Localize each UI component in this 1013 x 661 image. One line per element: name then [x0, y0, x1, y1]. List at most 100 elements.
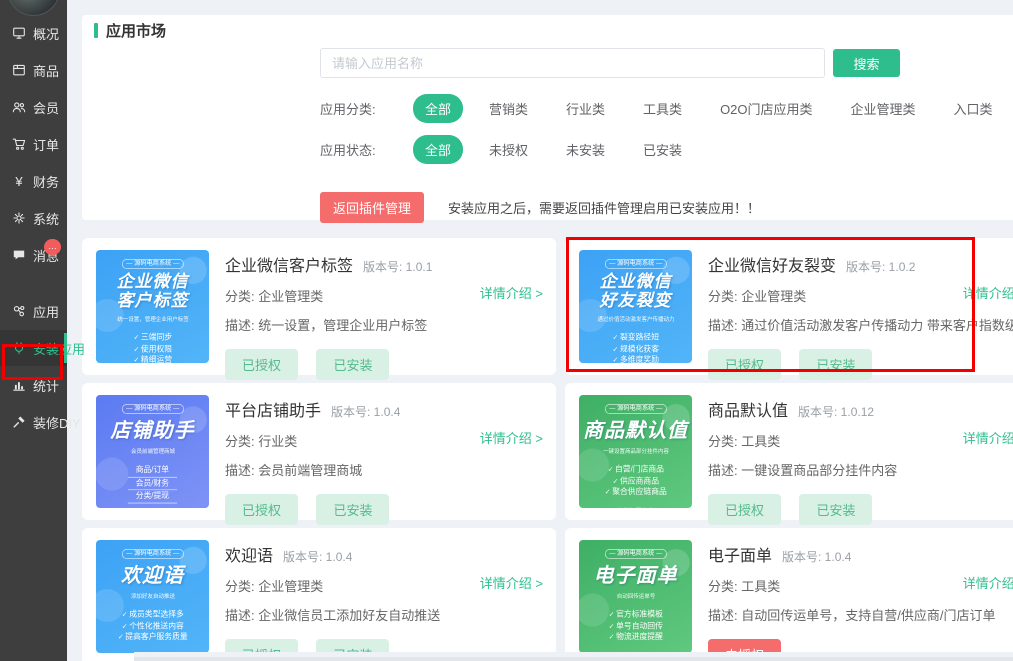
app-description: 描述: 一键设置商品部分挂件内容 [708, 460, 1013, 479]
orders-icon [11, 137, 27, 152]
finance-icon: ¥ [11, 174, 27, 189]
check-icon: ✓ [604, 488, 610, 496]
title-accent-bar [94, 23, 98, 38]
sidebar-item-label: 应用 [33, 302, 59, 321]
thumb-brand: — 源码电商系统 — [122, 549, 184, 559]
overview-icon [11, 26, 27, 41]
sidebar-item-install-apps[interactable]: 安装应用 [0, 330, 67, 366]
status-filter-label: 应用状态: [320, 140, 392, 159]
category-option-all[interactable]: 全部 [413, 94, 463, 123]
app-title: 企业微信客户标签 [225, 252, 353, 276]
category-option-entry[interactable]: 入口类 [942, 94, 1005, 123]
sidebar-item-diy[interactable]: 装修DIY [0, 404, 67, 440]
check-icon: ✓ [612, 345, 618, 353]
sidebar-menu-apps: 应用 安装应用 统计 装修DIY [0, 293, 67, 440]
sidebar-item-label: 统计 [33, 376, 59, 395]
search-button[interactable]: 搜索 [833, 49, 900, 77]
app-thumbnail: — 源码电商系统 — 商品默认值 一键设置商品部分挂件内容 ✓自营/门店商品 ✓… [579, 395, 692, 508]
apps-icon [11, 304, 27, 319]
thumb-brand: — 源码电商系统 — [122, 404, 184, 414]
detail-link[interactable]: 详情介绍 > [963, 428, 1013, 447]
sidebar-item-finance[interactable]: ¥ 财务 [0, 163, 67, 199]
notice-text: 安装应用之后，需要返回插件管理启用已安装应用！！ [448, 198, 760, 217]
category-option-tools[interactable]: 工具类 [631, 94, 694, 123]
app-title: 电子面单 [708, 542, 772, 566]
check-icon: ✓ [133, 345, 139, 353]
goods-icon [11, 63, 27, 78]
check-icon: ✓ [612, 333, 618, 341]
horizontal-scrollbar-track[interactable] [134, 652, 1013, 661]
sidebar-item-overview[interactable]: 概况 [0, 15, 67, 51]
detail-link[interactable]: 详情介绍 > [480, 428, 543, 447]
check-icon: ✓ [612, 477, 618, 485]
sidebar-item-apps[interactable]: 应用 [0, 293, 67, 329]
filter-form: 搜索 应用分类: 全部 营销类 行业类 工具类 O2O门店应用类 企业管理类 入… [320, 48, 1013, 223]
detail-link[interactable]: 详情介绍 > [480, 573, 543, 592]
message-count-badge: … [44, 239, 61, 255]
detail-link[interactable]: 详情介绍 > [963, 573, 1013, 592]
sidebar-item-messages[interactable]: 消息 … [0, 237, 67, 273]
app-version: 版本号: 1.0.4 [283, 548, 352, 565]
page-title: 应用市场 [94, 22, 1013, 39]
status-option-all[interactable]: 全部 [413, 135, 463, 164]
diy-icon [11, 415, 27, 430]
notice-row: 返回插件管理 安装应用之后，需要返回插件管理启用已安装应用！！ [320, 192, 1013, 223]
main-content: 应用市场 搜索 应用分类: 全部 营销类 行业类 工具类 O2O门店应用类 企业… [67, 0, 1013, 661]
app-card-wecom-customer-tags: — 源码电商系统 — 企业微信 客户标签 统一设置，管理企业用户标签 ✓三端同步… [82, 238, 556, 375]
status-badge: 已安装 [316, 349, 389, 380]
detail-link[interactable]: 详情介绍 > [480, 283, 543, 302]
check-icon: ✓ [608, 622, 614, 630]
app-title: 欢迎语 [225, 542, 273, 566]
detail-link[interactable]: 详情介绍 > [963, 283, 1013, 302]
search-input[interactable] [320, 48, 825, 78]
check-icon: ✓ [118, 633, 124, 641]
back-to-plugins-button[interactable]: 返回插件管理 [320, 192, 424, 223]
thumb-brand: — 源码电商系统 — [605, 259, 667, 269]
status-badge: 已授权 [225, 349, 298, 380]
app-card-grid: — 源码电商系统 — 企业微信 客户标签 统一设置，管理企业用户标签 ✓三端同步… [82, 238, 1013, 661]
sidebar-item-label: 系统 [33, 209, 59, 228]
app-title: 商品默认值 [708, 397, 788, 421]
message-icon [11, 248, 27, 263]
thumb-brand: — 源码电商系统 — [605, 549, 667, 559]
members-icon [11, 100, 27, 115]
status-badge: 已安装 [799, 349, 872, 380]
thumb-brand: — 源码电商系统 — [122, 259, 184, 269]
status-option-unauthorized[interactable]: 未授权 [477, 135, 540, 164]
category-option-enterprise[interactable]: 企业管理类 [839, 94, 928, 123]
app-title: 平台店铺助手 [225, 397, 321, 421]
app-card-electronic-waybill: — 源码电商系统 — 电子面单 自动回传运单号 ✓官方标准模板 ✓单号自动回传 … [565, 528, 1013, 661]
check-icon: ✓ [133, 333, 139, 341]
status-badge: 已授权 [708, 494, 781, 525]
sidebar-item-stats[interactable]: 统计 [0, 367, 67, 403]
sidebar-item-label: 订单 [33, 135, 59, 154]
system-icon [11, 211, 27, 226]
app-card-wecom-friend-fission: — 源码电商系统 — 企业微信 好友裂变 通过价值活动激发客户传播动力 ✓裂变路… [565, 238, 1013, 375]
status-badge: 已安装 [799, 494, 872, 525]
category-option-industry[interactable]: 行业类 [554, 94, 617, 123]
avatar[interactable] [7, 0, 60, 16]
app-version: 版本号: 1.0.2 [846, 258, 915, 275]
app-thumbnail: — 源码电商系统 — 电子面单 自动回传运单号 ✓官方标准模板 ✓单号自动回传 … [579, 540, 692, 653]
category-option-marketing[interactable]: 营销类 [477, 94, 540, 123]
check-icon: ✓ [121, 611, 127, 619]
sidebar-item-orders[interactable]: 订单 [0, 126, 67, 162]
app-description: 描述: 企业微信员工添加好友自动推送 [225, 605, 542, 624]
app-title: 企业微信好友裂变 [708, 252, 836, 276]
sidebar-item-label: 会员 [33, 98, 59, 117]
status-badge: 已安装 [316, 494, 389, 525]
status-option-uninstalled[interactable]: 未安装 [554, 135, 617, 164]
app-description: 描述: 自动回传运单号，支持自营/供应商/门店订单 [708, 605, 1013, 624]
sidebar-item-label: 装修DIY [33, 413, 81, 432]
thumb-brand: — 源码电商系统 — [605, 404, 667, 414]
category-option-o2o[interactable]: O2O门店应用类 [708, 94, 824, 123]
install-app-icon [11, 341, 27, 356]
app-card-welcome-message: — 源码电商系统 — 欢迎语 添加好友自动推送 ✓成员类型选择多 ✓个性化推送内… [82, 528, 556, 661]
status-option-installed[interactable]: 已安装 [631, 135, 694, 164]
sidebar-item-members[interactable]: 会员 [0, 89, 67, 125]
sidebar-item-system[interactable]: 系统 [0, 200, 67, 236]
app-description: 描述: 通过价值活动激发客户传播动力 带来客户指数级新增 [708, 315, 1013, 334]
sidebar-item-goods[interactable]: 商品 [0, 52, 67, 88]
sidebar-menu: 概况 商品 会员 订单 ¥ 财务 系统 [0, 15, 67, 274]
category-filter-row: 应用分类: 全部 营销类 行业类 工具类 O2O门店应用类 企业管理类 入口类 [320, 94, 1013, 123]
